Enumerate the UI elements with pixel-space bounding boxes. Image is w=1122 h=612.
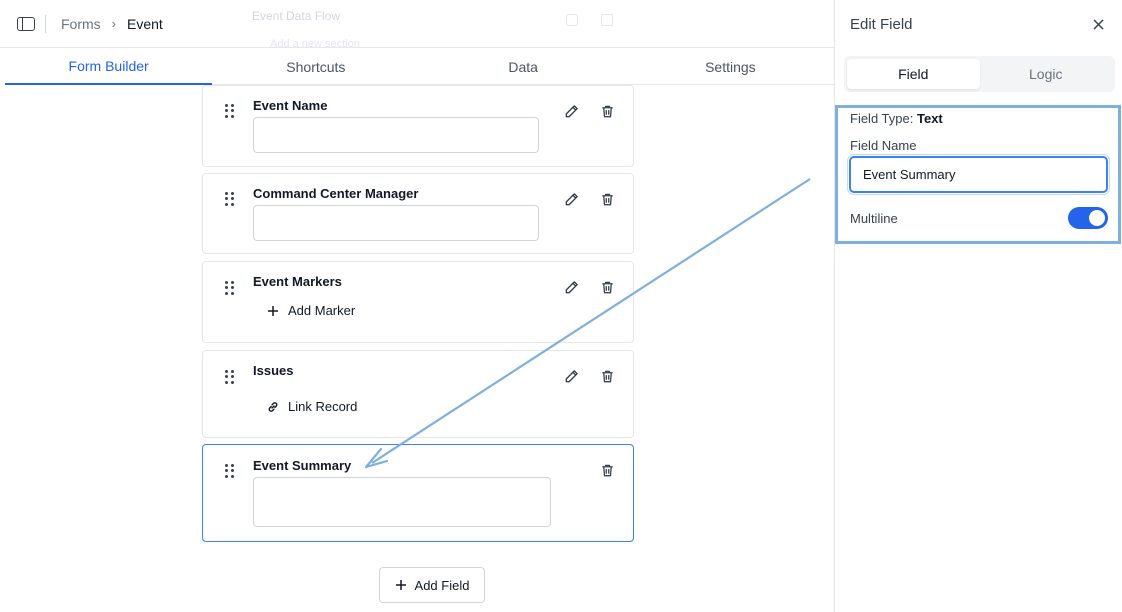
field-card-event-summary[interactable]: Event Summary — [202, 444, 634, 542]
add-marker-button[interactable]: Add Marker — [267, 303, 355, 318]
field-card-event-markers[interactable]: Event Markers Add Marker — [202, 261, 634, 343]
drag-handle-icon[interactable] — [225, 104, 235, 118]
field-preview-input[interactable] — [253, 205, 539, 241]
drag-handle-icon[interactable] — [225, 370, 235, 384]
field-preview-textarea[interactable] — [253, 477, 551, 527]
field-label: Command Center Manager — [253, 186, 419, 201]
multiline-label: Multiline — [850, 211, 898, 226]
add-field-label: Add Field — [414, 577, 470, 593]
tab-settings[interactable]: Settings — [627, 49, 834, 84]
tab-data[interactable]: Data — [420, 49, 627, 84]
header-bar: Forms › Event — [0, 0, 834, 48]
edit-pencil-icon[interactable] — [562, 367, 580, 385]
field-label: Event Name — [253, 98, 328, 113]
ghost-pencil-icon — [566, 14, 578, 26]
field-type-value: Text — [916, 111, 943, 126]
ghost-title: Event Data Flow — [252, 9, 341, 23]
add-marker-label: Add Marker — [288, 303, 356, 318]
trash-icon[interactable] — [598, 367, 616, 385]
chevron-right-icon: › — [111, 16, 117, 31]
field-type-text: Field Type: Text — [850, 111, 943, 126]
edit-pencil-icon[interactable] — [562, 102, 580, 120]
edit-field-panel: Edit Field Field Logic Field Type: Text … — [834, 0, 1122, 612]
edit-pencil-icon[interactable] — [562, 278, 580, 296]
close-icon[interactable] — [1089, 15, 1107, 33]
link-record-label: Link Record — [288, 399, 358, 414]
header-divider — [45, 14, 46, 33]
breadcrumb-forms[interactable]: Forms — [61, 16, 101, 32]
tab-field[interactable]: Field — [847, 59, 980, 89]
plus-icon — [395, 580, 406, 590]
panel-title: Edit Field — [850, 16, 913, 33]
field-label: Event Markers — [253, 274, 342, 289]
field-card-issues[interactable]: Issues Link Record — [202, 350, 634, 438]
trash-icon[interactable] — [598, 461, 616, 479]
field-name-input[interactable] — [847, 154, 1110, 195]
trash-icon[interactable] — [598, 102, 616, 120]
field-type-label: Field Type: — [850, 111, 914, 126]
field-card-event-name[interactable]: Event Name — [202, 85, 634, 167]
field-label: Event Summary — [253, 458, 352, 473]
field-name-label: Field Name — [850, 138, 917, 153]
multiline-toggle[interactable] — [1068, 207, 1108, 229]
main-tabs: Form Builder Shortcuts Data Settings — [5, 49, 834, 85]
breadcrumb-current: Event — [127, 15, 163, 32]
ghost-trash-icon — [601, 14, 613, 26]
link-record-button[interactable]: Link Record — [267, 399, 357, 414]
field-label: Issues — [253, 363, 294, 378]
plus-icon — [268, 305, 278, 316]
tab-shortcuts[interactable]: Shortcuts — [212, 49, 419, 84]
tab-logic[interactable]: Logic — [980, 59, 1113, 89]
trash-icon[interactable] — [598, 278, 616, 296]
panel-segment-tabs: Field Logic — [844, 56, 1115, 92]
drag-handle-icon[interactable] — [225, 192, 235, 206]
drag-handle-icon[interactable] — [225, 464, 235, 478]
sidebar-toggle-icon[interactable] — [17, 16, 35, 31]
tab-form-builder[interactable]: Form Builder — [5, 49, 213, 85]
add-field-button[interactable]: Add Field — [379, 567, 485, 603]
drag-handle-icon[interactable] — [225, 281, 235, 295]
link-icon — [268, 401, 278, 412]
trash-icon[interactable] — [598, 190, 616, 208]
field-preview-input[interactable] — [253, 117, 539, 153]
field-card-command-center-manager[interactable]: Command Center Manager — [202, 173, 634, 254]
edit-pencil-icon[interactable] — [562, 190, 580, 208]
